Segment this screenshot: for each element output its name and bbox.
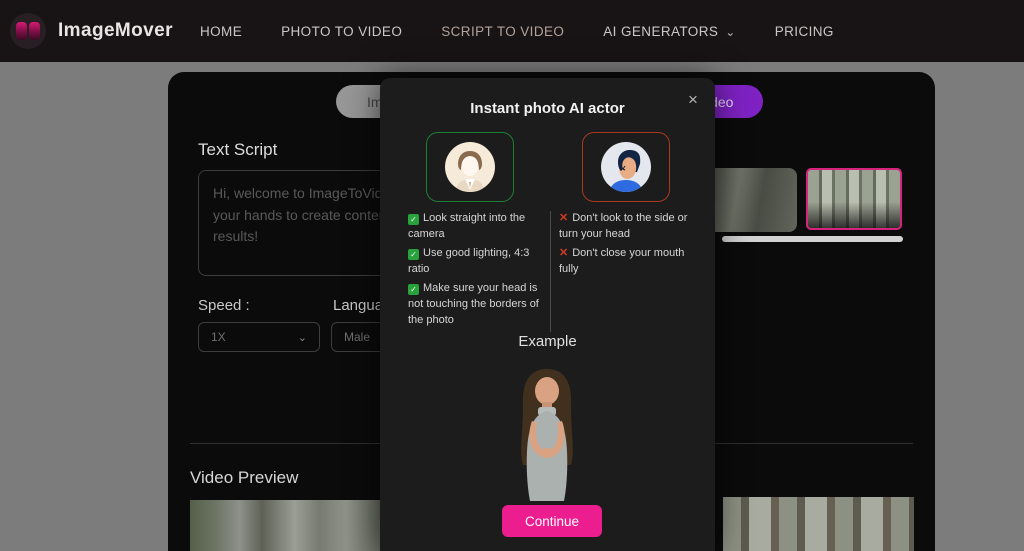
list-item: ✓ Look straight into the camera bbox=[408, 211, 544, 243]
text-script-label: Text Script bbox=[198, 140, 278, 159]
do-text: Look straight into the camera bbox=[408, 212, 526, 240]
nav-item-pricing[interactable]: PRICING bbox=[775, 24, 834, 39]
cross-icon: ✕ bbox=[559, 212, 569, 224]
bad-avatar-icon bbox=[600, 142, 651, 192]
video-preview-image[interactable] bbox=[190, 500, 380, 551]
continue-button[interactable]: Continue bbox=[502, 505, 602, 537]
list-item: ✕ Don't close your mouth fully bbox=[559, 246, 690, 278]
imagemover-logo-icon[interactable] bbox=[10, 13, 46, 49]
good-avatar-icon bbox=[444, 142, 495, 192]
vertical-divider bbox=[550, 211, 551, 332]
brand-title[interactable]: ImageMover bbox=[58, 20, 173, 42]
chevron-down-icon: ⌄ bbox=[297, 331, 307, 344]
good-example-card bbox=[425, 132, 514, 202]
nav-item-script-to-video[interactable]: SCRIPT TO VIDEO bbox=[441, 24, 564, 39]
actor-thumbnail-selected[interactable] bbox=[806, 168, 902, 230]
dont-text: Don't close your mouth fully bbox=[559, 246, 685, 275]
list-item: ✕ Don't look to the side or turn your hea… bbox=[559, 211, 690, 243]
dont-text: Don't look to the side or turn your head bbox=[559, 212, 688, 240]
video-preview-image[interactable] bbox=[723, 497, 914, 551]
example-cards bbox=[380, 132, 715, 202]
navbar: ImageMover HOME PHOTO TO VIDEO SCRIPT TO… bbox=[0, 0, 1024, 62]
guidelines: ✓ Look straight into the camera ✓ Use good… bbox=[408, 211, 690, 332]
check-icon: ✓ bbox=[408, 283, 419, 295]
dos-list: ✓ Look straight into the camera ✓ Use good… bbox=[408, 211, 550, 332]
modal-title: Instant photo AI actor bbox=[470, 100, 625, 117]
logo-lens-left bbox=[16, 22, 27, 40]
check-icon: ✓ bbox=[408, 214, 419, 225]
nav-item-ai-generators-label: AI GENERATORS bbox=[603, 23, 719, 39]
cross-icon: ✕ bbox=[559, 246, 569, 259]
list-item: ✓ Use good lighting, 4:3 ratio bbox=[408, 246, 544, 278]
logo-lens-right bbox=[29, 22, 40, 40]
thumbnail-scrollbar[interactable] bbox=[722, 236, 903, 242]
example-label: Example bbox=[518, 333, 577, 350]
screen: ImageMover HOME PHOTO TO VIDEO SCRIPT TO… bbox=[0, 0, 1024, 551]
nav-item-photo-to-video[interactable]: PHOTO TO VIDEO bbox=[281, 24, 402, 39]
chevron-down-icon: ⌄ bbox=[725, 24, 736, 39]
nav-item-home[interactable]: HOME bbox=[200, 24, 242, 39]
example-actor-image bbox=[492, 361, 602, 501]
speed-value: 1X bbox=[211, 330, 226, 344]
check-icon: ✓ bbox=[408, 248, 419, 260]
bad-example-card bbox=[581, 132, 670, 202]
video-preview-label: Video Preview bbox=[190, 468, 299, 487]
do-text: Use good lighting, 4:3 ratio bbox=[408, 246, 530, 275]
nav-item-ai-generators[interactable]: AI GENERATORS ⌄ bbox=[603, 24, 735, 39]
do-text: Make sure your head is not touching the … bbox=[408, 281, 539, 326]
language-value: Male bbox=[344, 330, 371, 344]
nav-links: HOME PHOTO TO VIDEO SCRIPT TO VIDEO AI G… bbox=[200, 0, 834, 62]
speed-dropdown[interactable]: 1X ⌄ bbox=[198, 322, 320, 352]
speed-label: Speed : bbox=[198, 297, 250, 314]
close-icon[interactable]: × bbox=[683, 90, 703, 110]
instant-photo-ai-actor-modal: Instant photo AI actor × ✓ Look straight… bbox=[380, 78, 715, 551]
list-item: ✓ Make sure your head is not touching the… bbox=[408, 281, 544, 329]
donts-list: ✕ Don't look to the side or turn your hea… bbox=[559, 211, 690, 332]
